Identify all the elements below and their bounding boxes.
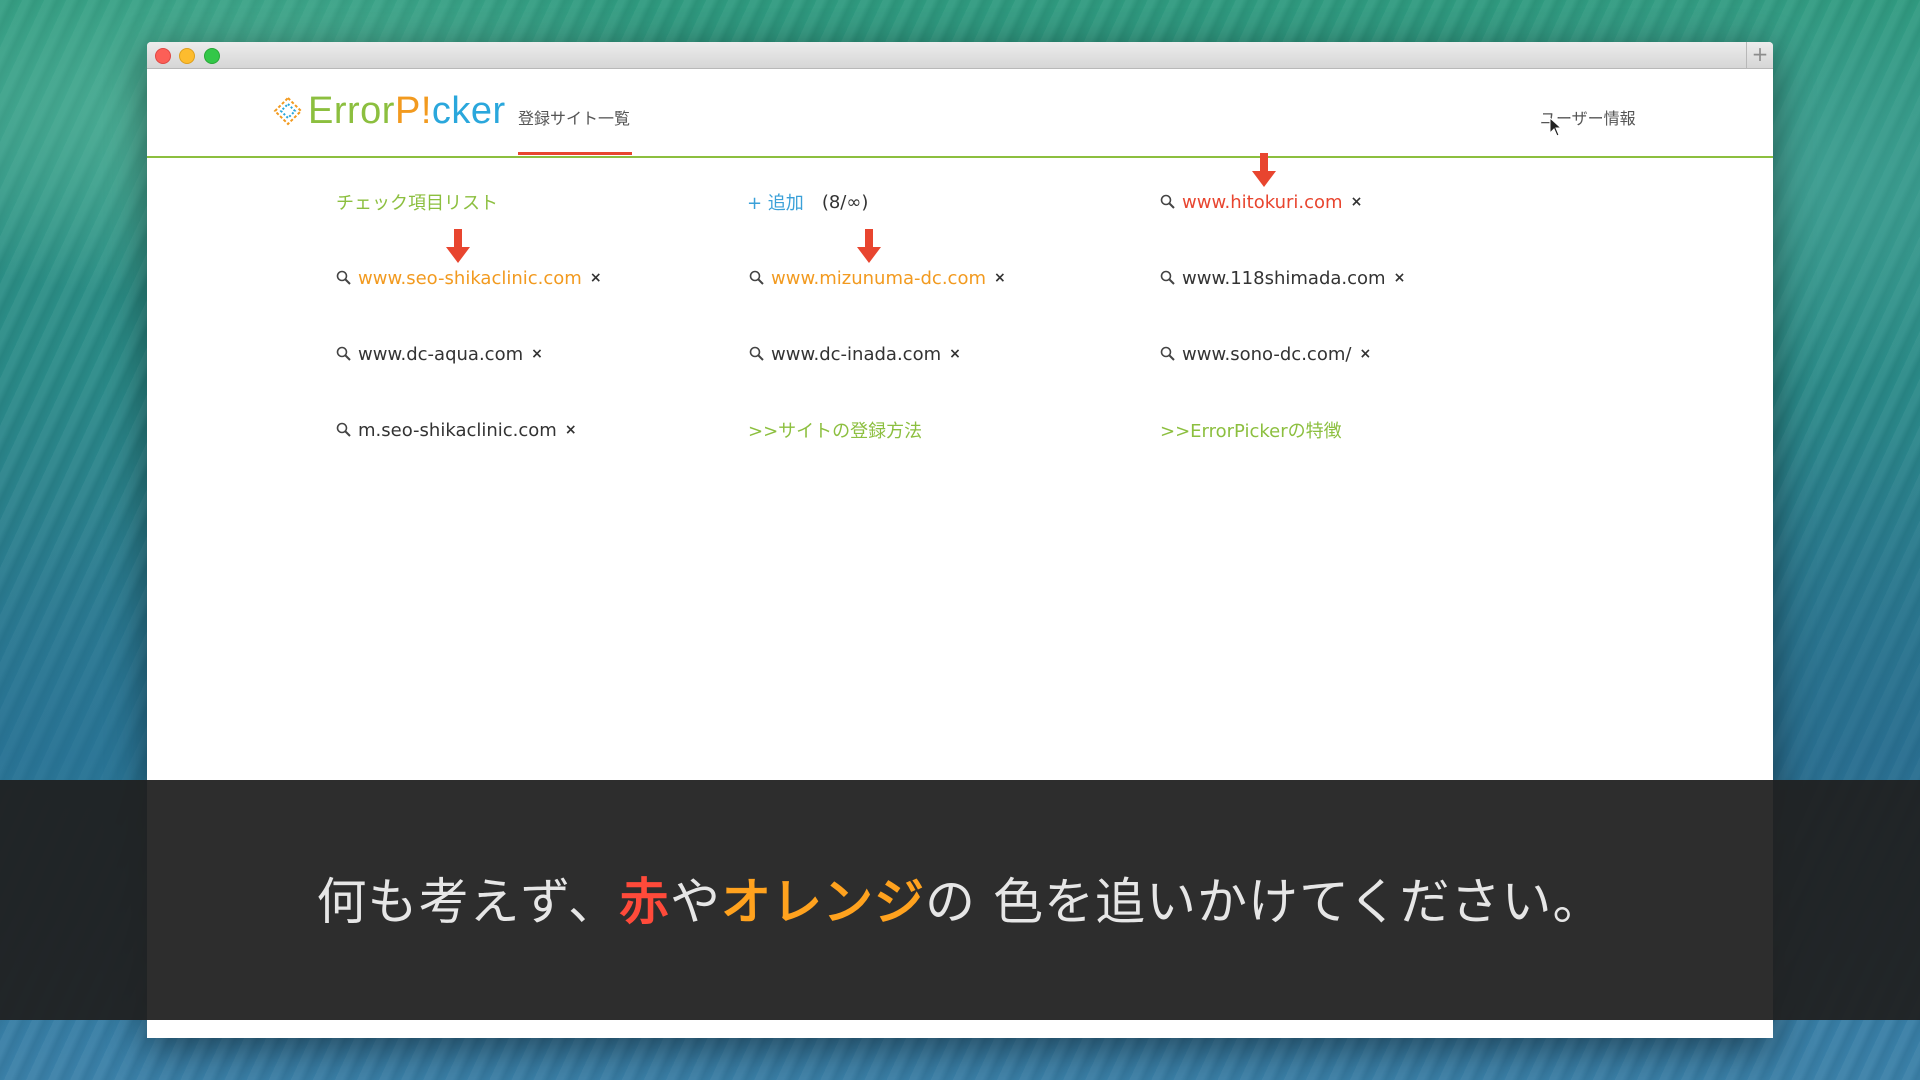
active-nav-indicator	[518, 152, 632, 155]
checklist-link-cell: チェック項目リスト	[336, 187, 498, 217]
mouse-cursor-icon	[1549, 117, 1563, 137]
search-icon[interactable]	[1160, 346, 1176, 362]
red-arrow-down-icon	[446, 229, 470, 263]
subtitle-text: 何も考えず、赤やオレンジの 色を追いかけてください。	[316, 873, 1604, 931]
site-item: www.sono-dc.com/ ×	[1160, 339, 1371, 369]
help-features-cell: >>ErrorPickerの特徴	[1160, 415, 1342, 445]
remove-site-icon[interactable]: ×	[949, 346, 961, 362]
zoom-window-button[interactable]	[204, 48, 220, 64]
site-item: www.dc-inada.com ×	[749, 339, 961, 369]
site-count: (8/∞)	[821, 191, 869, 213]
close-window-button[interactable]	[155, 48, 171, 64]
site-item: www.mizunuma-dc.com ×	[749, 263, 1006, 293]
help-features-link[interactable]: >>ErrorPickerの特徴	[1160, 417, 1342, 443]
site-link-seo-shikaclinic[interactable]: www.seo-shikaclinic.com	[358, 268, 582, 289]
search-icon[interactable]	[1160, 194, 1176, 210]
diamond-logo-icon	[273, 96, 303, 126]
site-link-hitokuri[interactable]: www.hitokuri.com	[1182, 192, 1343, 213]
add-site-button[interactable]: + 追加	[747, 189, 804, 215]
site-item: www.seo-shikaclinic.com ×	[336, 263, 602, 293]
search-icon[interactable]	[336, 270, 352, 286]
remove-site-icon[interactable]: ×	[531, 346, 543, 362]
title-bar: +	[147, 42, 1773, 69]
remove-site-icon[interactable]: ×	[565, 422, 577, 438]
help-register-cell: >>サイトの登録方法	[748, 415, 922, 445]
logo[interactable]: ErrorP!cker	[272, 89, 506, 132]
search-icon[interactable]	[749, 270, 765, 286]
red-arrow-down-icon	[1252, 153, 1276, 187]
red-arrow-down-icon	[857, 229, 881, 263]
remove-site-icon[interactable]: ×	[994, 270, 1006, 286]
remove-site-icon[interactable]: ×	[1359, 346, 1371, 362]
search-icon[interactable]	[336, 422, 352, 438]
site-link-mizunuma-dc[interactable]: www.mizunuma-dc.com	[771, 268, 986, 289]
site-link-dc-inada[interactable]: www.dc-inada.com	[771, 344, 941, 365]
remove-site-icon[interactable]: ×	[590, 270, 602, 286]
site-item: www.dc-aqua.com ×	[336, 339, 543, 369]
remove-site-icon[interactable]: ×	[1394, 270, 1406, 286]
site-link-118shimada[interactable]: www.118shimada.com	[1182, 268, 1386, 289]
subtitle-caption-bar: 何も考えず、赤やオレンジの 色を追いかけてください。	[0, 780, 1920, 1020]
add-site-cell: + 追加 (8/∞)	[747, 187, 868, 217]
new-tab-plus-icon[interactable]: +	[1746, 42, 1773, 68]
search-icon[interactable]	[749, 346, 765, 362]
logo-text: ErrorP!cker	[308, 89, 506, 132]
search-icon[interactable]	[1160, 270, 1176, 286]
site-item: www.hitokuri.com ×	[1160, 187, 1362, 217]
app-header: ErrorP!cker 登録サイト一覧 ユーザー情報	[147, 69, 1773, 158]
checklist-link[interactable]: チェック項目リスト	[336, 189, 498, 215]
site-link-m-seo-shikaclinic[interactable]: m.seo-shikaclinic.com	[358, 420, 557, 441]
site-link-dc-aqua[interactable]: www.dc-aqua.com	[358, 344, 523, 365]
search-icon[interactable]	[336, 346, 352, 362]
minimize-window-button[interactable]	[179, 48, 195, 64]
nav-registered-sites[interactable]: 登録サイト一覧	[518, 105, 630, 129]
site-link-sono-dc[interactable]: www.sono-dc.com/	[1182, 344, 1351, 365]
site-item: www.118shimada.com ×	[1160, 263, 1405, 293]
remove-site-icon[interactable]: ×	[1351, 194, 1363, 210]
site-item: m.seo-shikaclinic.com ×	[336, 415, 577, 445]
help-register-link[interactable]: >>サイトの登録方法	[748, 417, 922, 443]
